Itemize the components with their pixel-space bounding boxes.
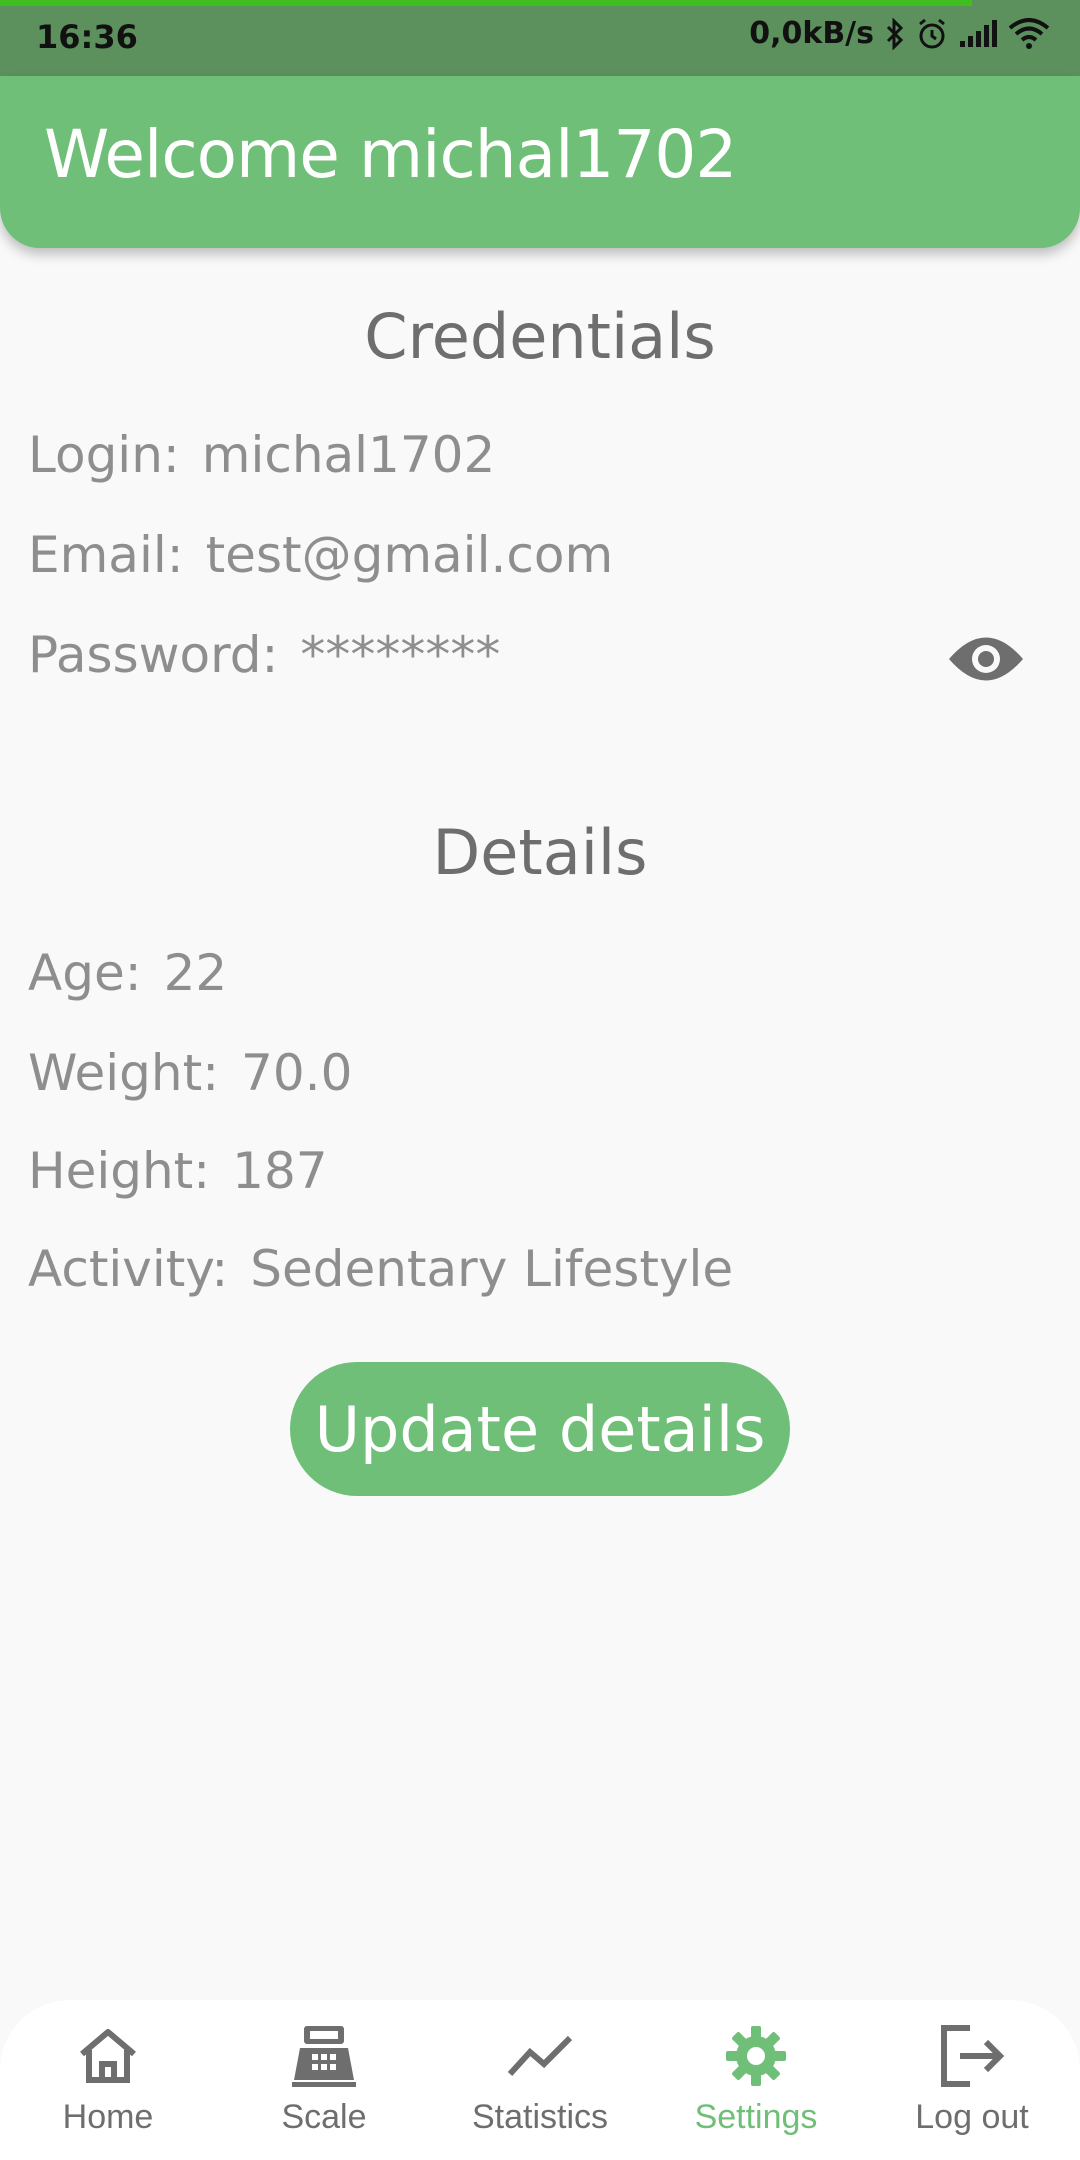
bluetooth-icon xyxy=(884,17,906,50)
signal-icon xyxy=(958,19,998,49)
email-value: test@gmail.com xyxy=(205,526,614,584)
weight-row: Weight: 70.0 xyxy=(28,1044,352,1102)
status-indicators: 0,0kB/s xyxy=(749,16,1050,51)
show-password-button[interactable] xyxy=(946,626,1026,692)
status-progress-line xyxy=(0,0,972,6)
activity-row: Activity: Sedentary Lifestyle xyxy=(28,1240,733,1298)
alarm-icon xyxy=(916,18,948,50)
password-label: Password: xyxy=(28,626,279,684)
age-value: 22 xyxy=(163,944,228,1002)
nav-label-logout: Log out xyxy=(915,2098,1029,2136)
status-time: 16:36 xyxy=(36,18,138,56)
home-icon xyxy=(0,2024,216,2088)
login-row: Login: michal1702 xyxy=(28,426,495,484)
settings-screen: 16:36 0,0kB/s Welcome michal1702 Credent… xyxy=(0,0,1080,2160)
update-details-button[interactable]: Update details xyxy=(290,1362,790,1496)
login-value: michal1702 xyxy=(201,426,496,484)
height-row: Height: 187 xyxy=(28,1142,328,1200)
nav-label-scale: Scale xyxy=(281,2098,367,2136)
age-row: Age: 22 xyxy=(28,944,227,1002)
credentials-heading: Credentials xyxy=(364,300,716,373)
statistics-icon xyxy=(432,2024,648,2088)
nav-label-home: Home xyxy=(62,2098,154,2136)
password-value: ******** xyxy=(300,626,501,684)
age-label: Age: xyxy=(28,944,142,1002)
logout-icon xyxy=(864,2024,1080,2088)
password-row: Password: ******** xyxy=(28,626,500,684)
network-speed: 0,0kB/s xyxy=(749,16,874,51)
welcome-title: Welcome michal1702 xyxy=(44,116,737,193)
app-header: Welcome michal1702 xyxy=(0,76,1080,248)
nav-item-logout[interactable]: Log out xyxy=(864,2000,1080,2160)
email-label: Email: xyxy=(28,526,184,584)
activity-label: Activity: xyxy=(28,1240,229,1298)
activity-value: Sedentary Lifestyle xyxy=(250,1240,734,1298)
bottom-nav: Home Scale Statistics Settings Log out xyxy=(0,2000,1080,2160)
status-bar: 16:36 0,0kB/s xyxy=(0,0,1080,76)
height-label: Height: xyxy=(28,1142,211,1200)
nav-item-home[interactable]: Home xyxy=(0,2000,216,2160)
wifi-icon xyxy=(1008,17,1050,50)
details-heading: Details xyxy=(432,816,648,889)
eye-icon xyxy=(949,637,1023,681)
nav-item-statistics[interactable]: Statistics xyxy=(432,2000,648,2160)
email-row: Email: test@gmail.com xyxy=(28,526,613,584)
nav-item-settings[interactable]: Settings xyxy=(648,2000,864,2160)
height-value: 187 xyxy=(232,1142,328,1200)
weight-label: Weight: xyxy=(28,1044,220,1102)
nav-label-statistics: Statistics xyxy=(471,2098,609,2136)
login-label: Login: xyxy=(28,426,180,484)
nav-item-scale[interactable]: Scale xyxy=(216,2000,432,2160)
scale-icon xyxy=(216,2024,432,2088)
nav-label-settings: Settings xyxy=(694,2098,818,2136)
gear-icon xyxy=(648,2024,864,2088)
weight-value: 70.0 xyxy=(241,1044,353,1102)
